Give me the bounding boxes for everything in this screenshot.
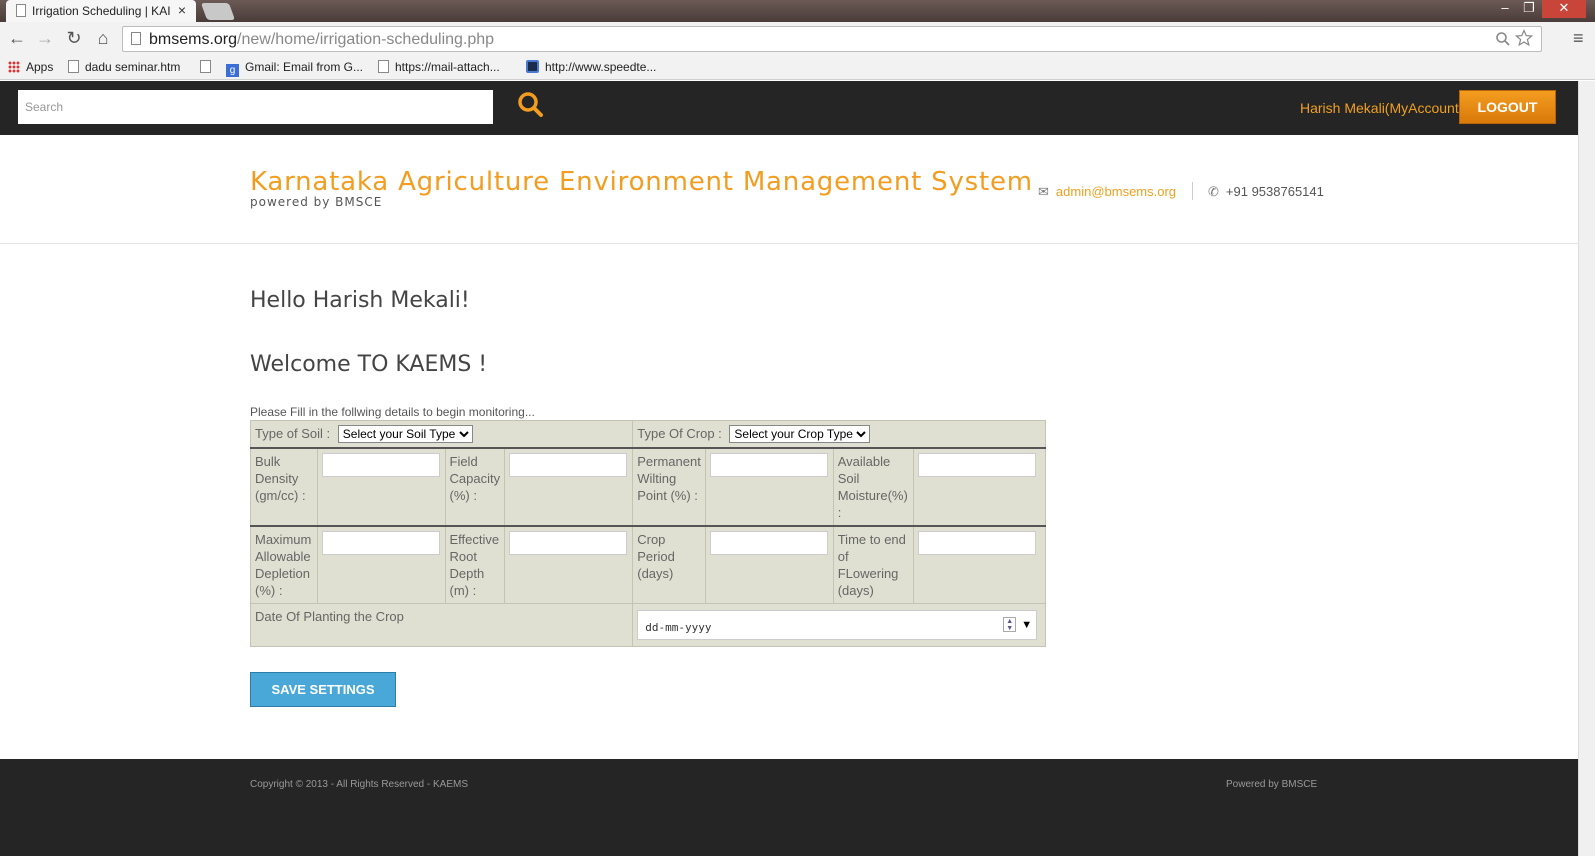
bookmark-label: Apps — [26, 60, 54, 74]
bookmark-mail-attach[interactable]: https://mail-attach... — [378, 60, 500, 74]
bookmark-apps[interactable]: Apps — [8, 60, 53, 74]
contact-email[interactable]: ✉ admin@bmsems.org — [1038, 184, 1176, 200]
bookmark-dadu-seminar[interactable]: dadu seminar.htm — [68, 60, 180, 74]
mad-label: Maximum Allowable Depletion (%) : — [250, 525, 318, 604]
site-header: Karnataka Agriculture Environment Manage… — [0, 135, 1578, 244]
page-icon — [16, 4, 26, 17]
url-path: /new/home/irrigation-scheduling.php — [237, 31, 495, 48]
flowering-input[interactable] — [917, 531, 1036, 555]
soil-type-label: Type of Soil : — [255, 426, 331, 441]
tab-close-icon[interactable]: × — [178, 2, 186, 18]
bulk-density-input[interactable] — [321, 453, 440, 477]
date-spinner-icon[interactable]: ▲ ▼ — [1003, 617, 1017, 632]
bookmark-label: https://mail-attach... — [395, 60, 500, 74]
menu-icon[interactable]: ≡ — [1573, 28, 1584, 49]
forward-arrow-icon[interactable]: → — [34, 28, 56, 49]
erd-input[interactable] — [509, 531, 628, 555]
greeting-heading: Hello Harish Mekali! — [250, 288, 470, 313]
soil-type-select[interactable]: Select your Soil Type — [337, 425, 473, 443]
tab-title: Irrigation Scheduling | KAI — [32, 4, 171, 18]
new-tab-button[interactable] — [200, 3, 236, 20]
back-arrow-icon[interactable]: ← — [6, 28, 28, 49]
site-tagline: powered by BMSCE — [250, 195, 383, 209]
date-placeholder: dd-mm-yyyy — [645, 621, 712, 634]
welcome-heading: Welcome TO KAEMS ! — [250, 352, 488, 377]
save-settings-button[interactable]: SAVE SETTINGS — [250, 672, 396, 707]
page-scrollbar[interactable] — [1578, 81, 1595, 856]
bulk-density-label: Bulk Density (gm/cc) : — [250, 447, 318, 527]
phone-icon: ✆ — [1208, 184, 1219, 199]
bookmark-label: dadu seminar.htm — [85, 60, 181, 74]
mad-input[interactable] — [321, 531, 440, 555]
site-footer: Copyright © 2013 - All Rights Reserved -… — [0, 759, 1578, 856]
phone-text: +91 9538765141 — [1225, 184, 1324, 199]
speedtest-icon — [526, 60, 539, 73]
search-input[interactable] — [18, 90, 493, 124]
erd-label: Effective Root Depth (m) : — [444, 525, 506, 604]
asm-input[interactable] — [917, 453, 1036, 477]
url-text: bmsems.org/new/home/irrigation-schedulin… — [149, 31, 494, 49]
bookmarks-bar: Apps dadu seminar.htm g Gmail: Email from… — [0, 56, 1595, 80]
bookmark-label: Gmail: Email from G... — [245, 60, 364, 74]
email-text: admin@bmsems.org — [1055, 184, 1177, 199]
field-capacity-label: Field Capacity (%) : — [444, 447, 506, 527]
pwp-label: Permanent Wilting Point (%) : — [632, 447, 706, 527]
minimize-icon[interactable]: – — [1494, 0, 1516, 18]
irrigation-settings-form: Type of Soil : Select your Soil Type Typ… — [249, 420, 1047, 647]
home-icon[interactable]: ⌂ — [92, 28, 114, 49]
envelope-icon: ✉ — [1038, 184, 1049, 199]
copyright-text: Copyright © 2013 - All Rights Reserved -… — [250, 779, 469, 790]
bookmark-gmail[interactable]: g Gmail: Email from G... — [226, 60, 363, 77]
flowering-label: Time to end of FLowering (days) — [832, 525, 914, 604]
planting-date-cell: dd-mm-yyyy ▲ ▼ ▼ — [632, 603, 1046, 647]
maximize-icon[interactable]: ❐ — [1518, 0, 1540, 18]
crop-type-label: Type Of Crop : — [637, 426, 722, 441]
close-window-icon[interactable]: ✕ — [1542, 0, 1586, 18]
page-icon — [68, 60, 79, 73]
my-account-link[interactable]: Harish Mekali(MyAccount) — [1300, 100, 1463, 116]
url-host: bmsems.org — [149, 31, 238, 48]
site-title[interactable]: Karnataka Agriculture Environment Manage… — [250, 167, 1033, 197]
search-icon[interactable] — [516, 90, 546, 120]
planting-date-input[interactable]: dd-mm-yyyy ▲ ▼ ▼ — [637, 610, 1038, 640]
apps-icon — [8, 61, 20, 73]
page-icon — [131, 32, 141, 45]
bookmark-speedtest[interactable]: http://www.speedte... — [526, 60, 656, 74]
page-icon — [378, 60, 389, 73]
bookmark-label: http://www.speedte... — [545, 60, 657, 74]
page-icon — [200, 60, 211, 73]
crop-period-input[interactable] — [709, 531, 828, 555]
pwp-input[interactable] — [709, 453, 828, 477]
browser-titlebar: Irrigation Scheduling | KAI × – ❐ ✕ — [0, 0, 1595, 22]
field-capacity-input[interactable] — [509, 453, 628, 477]
address-bar[interactable]: bmsems.org/new/home/irrigation-schedulin… — [122, 26, 1542, 52]
soil-type-cell: Type of Soil : Select your Soil Type — [249, 420, 634, 449]
asm-label: Available Soil Moisture(%) : — [832, 447, 914, 527]
powered-by-text: Powered by BMSCE — [1226, 779, 1318, 790]
browser-tab[interactable]: Irrigation Scheduling | KAI × — [6, 0, 196, 22]
planting-date-label: Date Of Planting the Crop — [249, 603, 634, 647]
logout-button[interactable]: LOGOUT — [1459, 90, 1556, 124]
bookmark-blank[interactable] — [200, 60, 217, 74]
site-topbar: Harish Mekali(MyAccount) LOGOUT — [0, 81, 1578, 135]
crop-type-select[interactable]: Select your Crop Type — [729, 425, 871, 443]
crop-period-label: Crop Period (days) — [632, 525, 706, 604]
form-instructions: Please Fill in the follwing details to b… — [250, 405, 535, 419]
browser-toolbar: ← → ↻ ⌂ bmsems.org/new/home/irrigation-s… — [0, 22, 1595, 56]
contact-divider — [1192, 182, 1193, 200]
bookmark-star-icon[interactable] — [1514, 28, 1534, 47]
contact-phone: ✆ +91 9538765141 — [1208, 184, 1324, 200]
zoom-icon[interactable] — [1495, 31, 1511, 47]
reload-icon[interactable]: ↻ — [63, 28, 85, 49]
zoom-star-icons — [1495, 28, 1534, 52]
crop-type-cell: Type Of Crop : Select your Crop Type — [632, 420, 1046, 449]
website: Harish Mekali(MyAccount) LOGOUT Karnatak… — [0, 81, 1578, 856]
date-dropdown-icon[interactable]: ▼ — [1021, 617, 1032, 634]
google-icon: g — [226, 64, 239, 77]
